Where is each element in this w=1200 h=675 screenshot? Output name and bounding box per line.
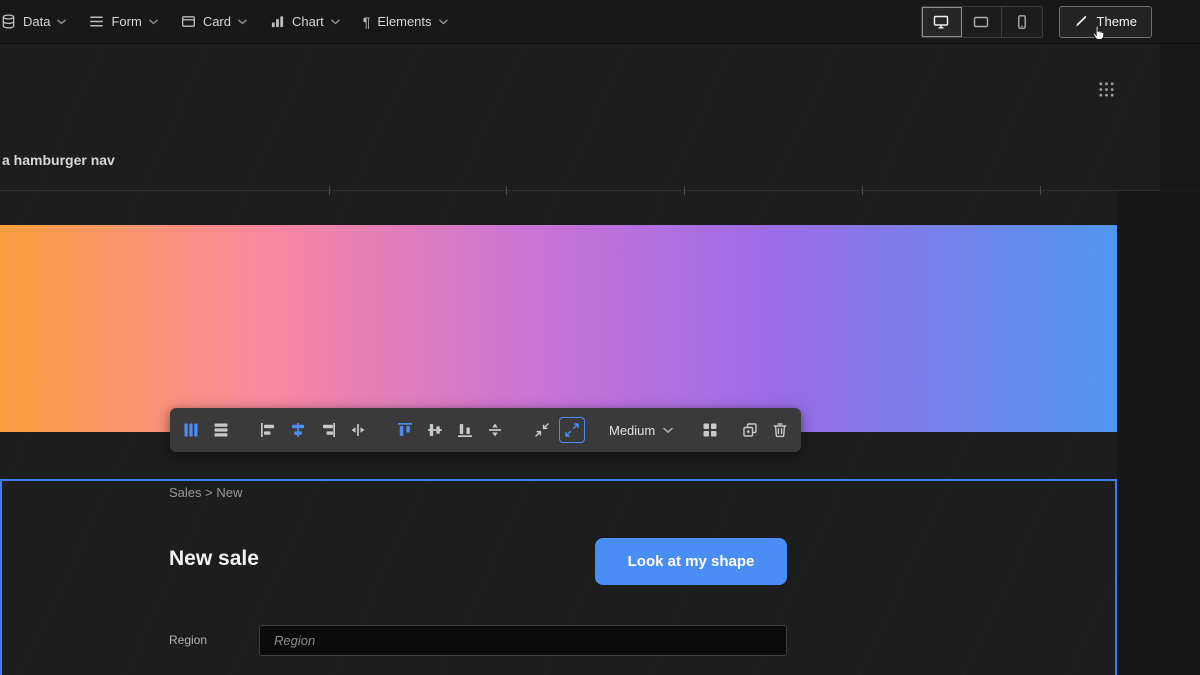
chevron-down-icon [438,19,448,24]
distribute-vertical-icon[interactable] [482,417,508,443]
grid-tick [684,186,685,195]
align-bottom-icon[interactable] [452,417,478,443]
menu-form[interactable]: Form [81,0,172,43]
align-top-icon[interactable] [392,417,418,443]
menu-card[interactable]: Card [173,0,262,43]
grid-tick [329,186,330,195]
app-builder: Data Form Card Chart ¶ Elements Theme a … [0,0,1200,675]
canvas-right-margin [1117,191,1200,675]
card-icon [181,16,195,27]
menu-elements[interactable]: ¶ Elements [355,0,463,43]
distribute-horizontal-icon[interactable] [345,417,371,443]
canvas-right-margin [1160,44,1200,190]
menu-label: Form [111,14,142,29]
page-title: New sale [169,547,259,570]
menu-label: Elements [377,14,432,29]
gradient-banner-component[interactable] [0,225,1117,432]
elements-icon: ¶ [362,13,371,30]
grid-tick [1040,186,1041,195]
region-input[interactable] [259,625,787,656]
align-center-horizontal-icon[interactable] [285,417,311,443]
form-icon [90,16,104,27]
section-divider [0,186,1160,195]
menu-label: Chart [292,14,324,29]
look-at-my-shape-button[interactable]: Look at my shape [595,538,787,585]
column-layout-icon[interactable] [178,417,204,443]
breadcrumb: Sales > New [169,485,243,500]
shrink-icon[interactable] [529,417,555,443]
menu-label: Card [202,14,231,29]
duplicate-icon[interactable] [737,417,763,443]
align-middle-icon[interactable] [422,417,448,443]
menu-label: Data [23,14,51,29]
delete-icon[interactable] [767,417,793,443]
selected-form-container[interactable]: Sales > New New sale Look at my shape Re… [0,479,1117,675]
grid-tick [506,186,507,195]
align-left-icon[interactable] [255,417,281,443]
region-field-label: Region [169,633,208,647]
row-layout-icon[interactable] [208,417,234,443]
align-right-icon[interactable] [315,417,341,443]
menu-data[interactable]: Data [0,0,81,43]
size-dropdown[interactable]: Medium [599,416,683,444]
editor-canvas: a hamburger nav Medium Sales > New New s… [0,44,1200,675]
alignment-toolbar: Medium [170,408,802,452]
nav-component-text[interactable]: a hamburger nav [2,152,115,168]
size-dropdown-value: Medium [609,422,656,438]
drag-handle-icon[interactable] [1098,81,1115,98]
device-tablet-button[interactable] [962,6,1002,37]
device-preview-toggle [920,5,1043,38]
theme-button[interactable]: Theme [1058,5,1152,38]
chevron-down-icon [331,19,340,24]
device-desktop-button[interactable] [921,6,962,37]
component-menu: Data Form Card Chart ¶ Elements [0,0,463,43]
theme-button-label: Theme [1096,14,1137,29]
menu-chart[interactable]: Chart [262,0,355,43]
database-icon [2,14,15,29]
group-icon[interactable] [697,417,723,443]
topbar-right-cluster: Theme [920,5,1200,38]
chevron-down-icon [57,19,67,24]
phone-icon [1017,14,1026,29]
paintbrush-icon [1075,16,1086,27]
device-mobile-button[interactable] [1002,7,1042,37]
expand-icon[interactable] [559,417,585,443]
top-toolbar: Data Form Card Chart ¶ Elements Theme [0,0,1200,44]
monitor-icon [933,15,949,28]
chart-icon [271,16,284,28]
grid-tick [862,186,863,195]
tablet-icon [973,16,989,27]
chevron-down-icon [663,427,673,433]
chevron-down-icon [149,19,158,24]
chevron-down-icon [238,19,247,24]
